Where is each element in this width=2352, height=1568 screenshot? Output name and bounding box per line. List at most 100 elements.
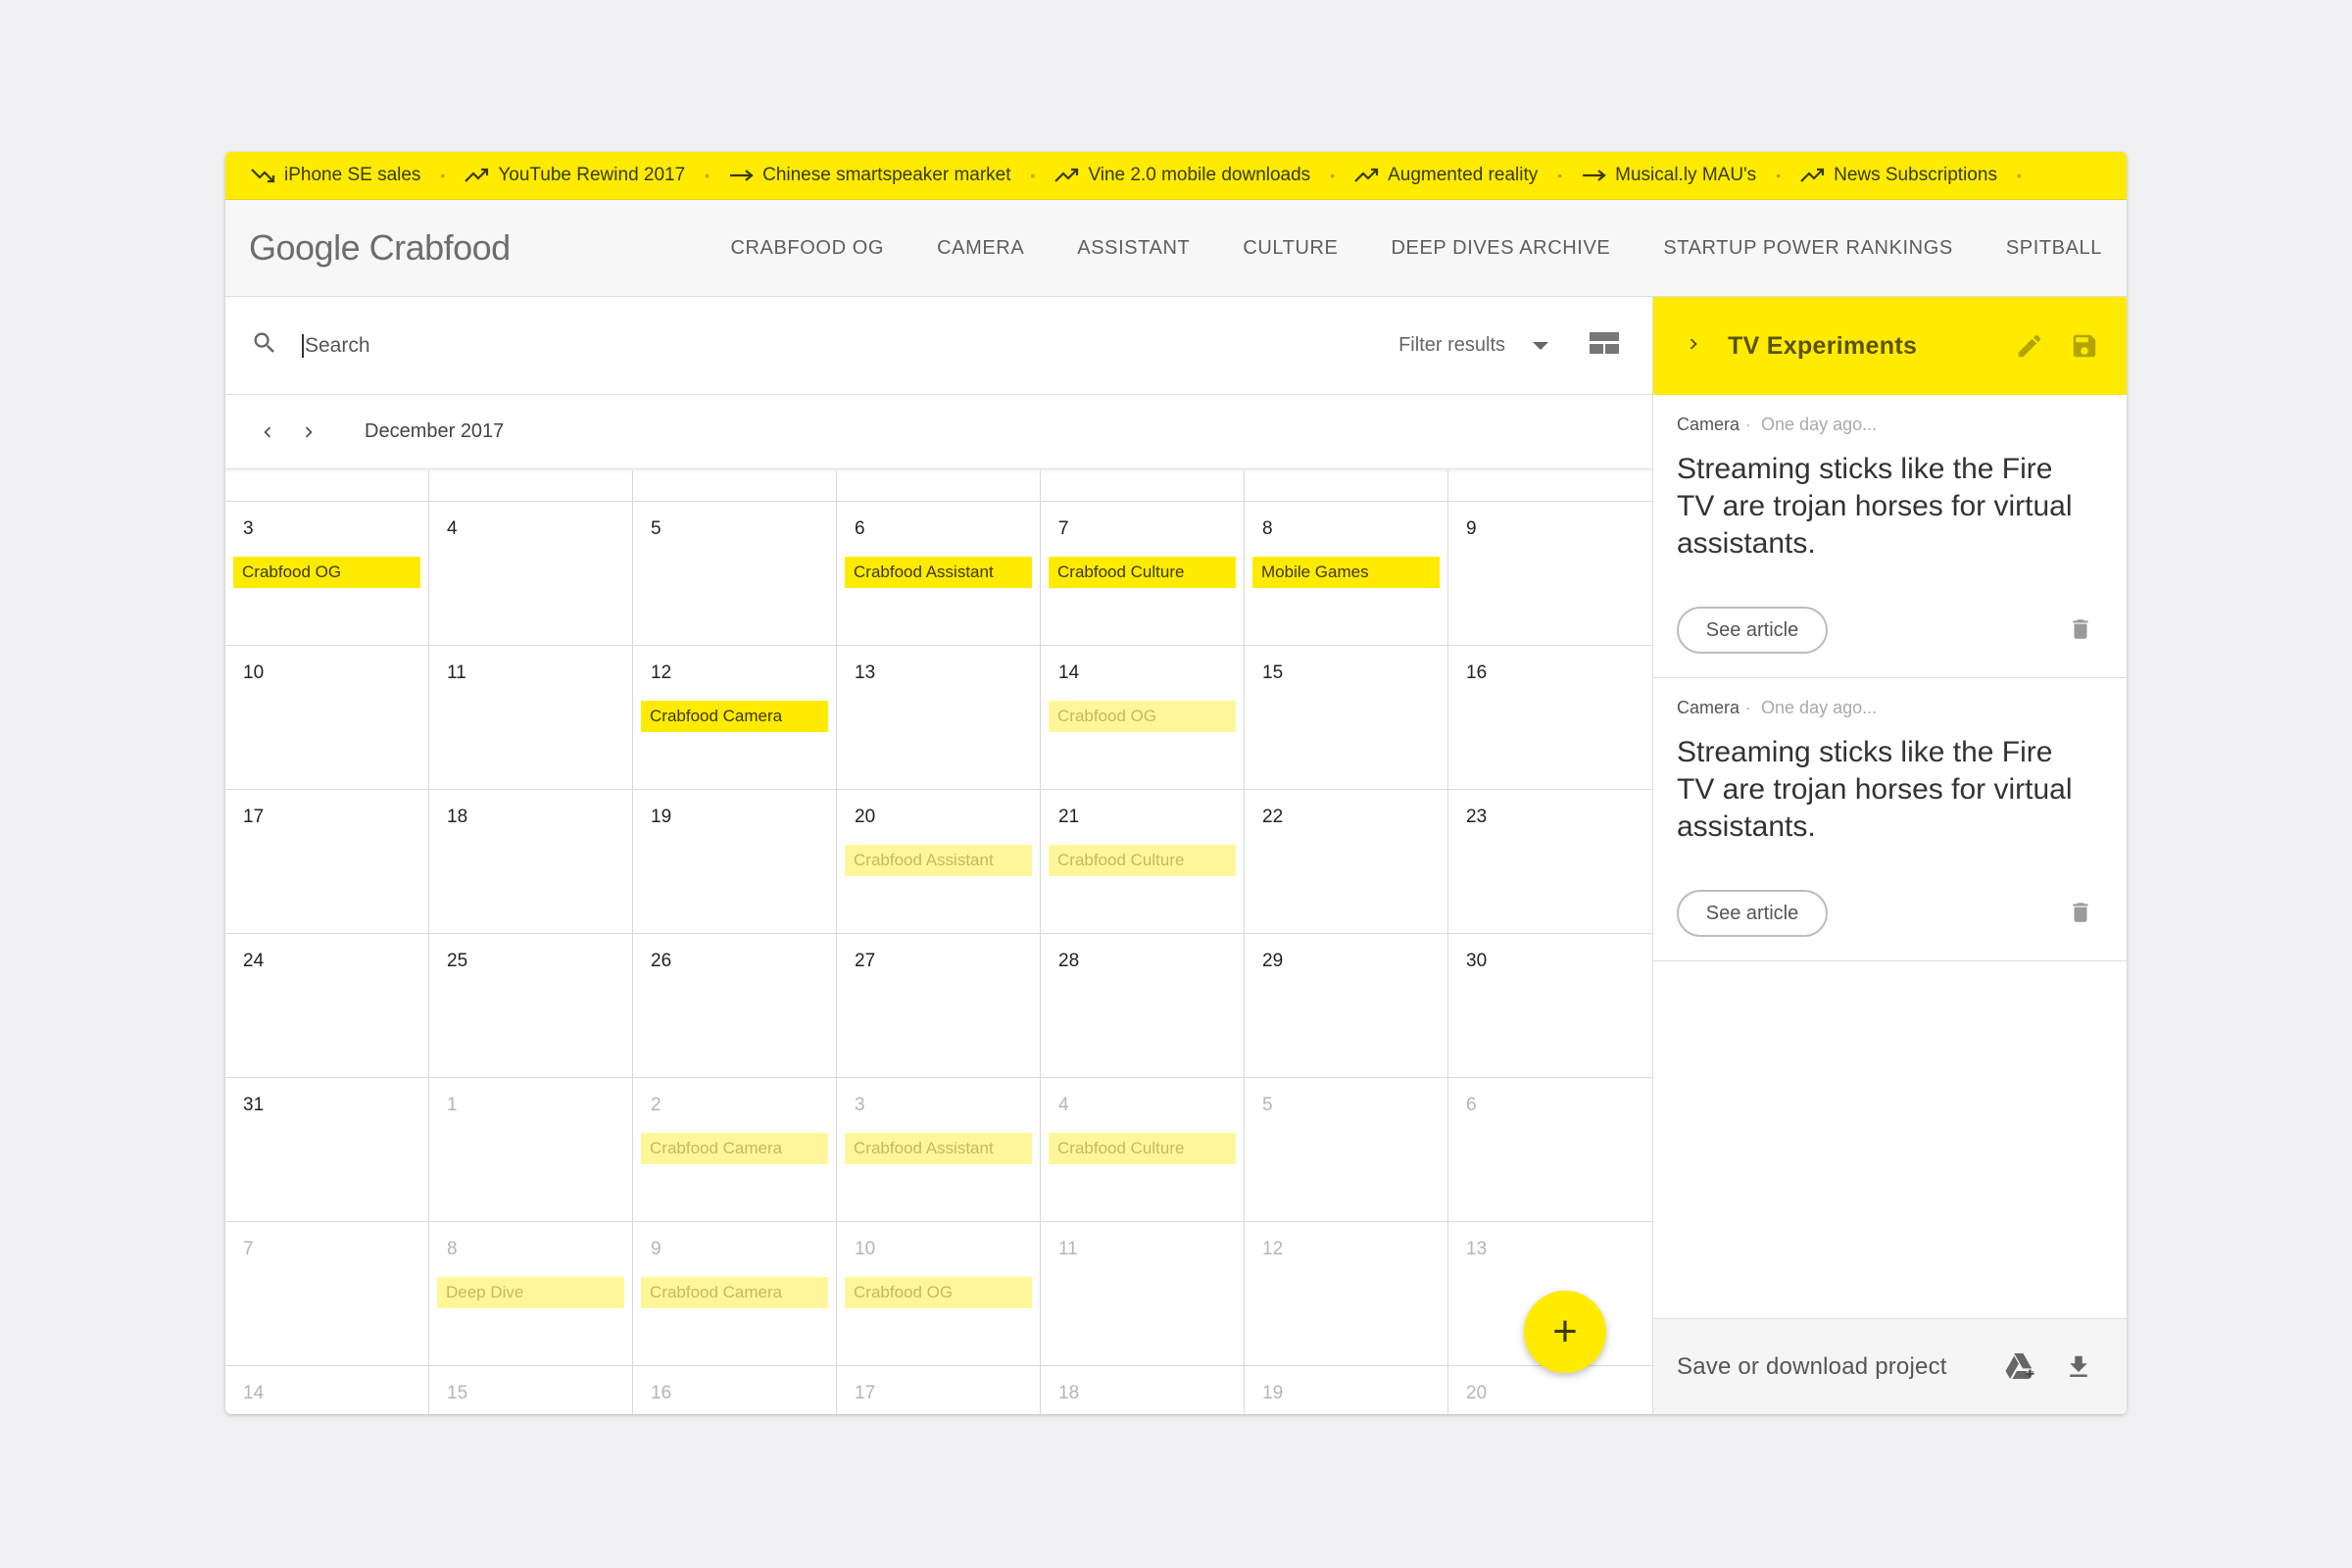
calendar-event[interactable]: Crabfood Camera: [641, 1133, 828, 1164]
calendar-day-cell[interactable]: 28: [1041, 934, 1245, 1077]
calendar-day-cell[interactable]: 15: [1245, 646, 1448, 789]
calendar-day-cell[interactable]: 12 Crabfood Camera: [633, 646, 837, 789]
calendar-day-cell[interactable]: 5: [1245, 1078, 1448, 1221]
search-input[interactable]: Search: [302, 333, 370, 358]
day-number: 11: [1058, 1239, 1078, 1259]
calendar-day-cell[interactable]: 3 Crabfood OG: [225, 502, 429, 645]
calendar-day-cell[interactable]: 7 Crabfood Culture: [1041, 502, 1245, 645]
calendar-day-cell[interactable]: 1: [429, 1078, 633, 1221]
calendar-day-cell[interactable]: 19: [1245, 1366, 1448, 1414]
calendar-day-cell[interactable]: 4: [429, 502, 633, 645]
ticker-item[interactable]: Augmented reality: [1354, 165, 1538, 186]
chevron-left-icon[interactable]: [257, 421, 278, 443]
calendar-day-cell[interactable]: 8 Mobile Games: [1245, 502, 1448, 645]
calendar-event[interactable]: Crabfood OG: [233, 557, 420, 588]
calendar-event[interactable]: Crabfood Camera: [641, 1277, 828, 1308]
calendar-day-cell[interactable]: 5: [633, 502, 837, 645]
calendar-day-cell[interactable]: 29: [1245, 934, 1448, 1077]
ticker-item[interactable]: Musical.ly MAU's: [1582, 165, 1756, 186]
calendar-day-cell[interactable]: 10 Crabfood OG: [837, 1222, 1041, 1365]
calendar-event[interactable]: Crabfood Culture: [1049, 557, 1236, 588]
calendar-event[interactable]: Crabfood OG: [845, 1277, 1032, 1308]
nav-item[interactable]: CRABFOOD OG: [730, 237, 884, 260]
calendar-day-cell[interactable]: 17: [837, 1366, 1041, 1414]
calendar-day-cell[interactable]: 17: [225, 790, 429, 933]
calendar-event[interactable]: Mobile Games: [1252, 557, 1440, 588]
calendar-event[interactable]: Crabfood Camera: [641, 701, 828, 732]
calendar-event[interactable]: Crabfood Assistant: [845, 845, 1032, 876]
calendar-day-cell[interactable]: 11: [429, 646, 633, 789]
calendar-day-cell[interactable]: 18: [1041, 1366, 1245, 1414]
calendar-day-cell[interactable]: 27: [837, 934, 1041, 1077]
chevron-right-icon[interactable]: [298, 421, 319, 443]
calendar-day-cell[interactable]: 11: [1041, 1222, 1245, 1365]
day-number: 15: [447, 1383, 468, 1403]
day-number: 6: [1466, 1095, 1477, 1115]
nav-item[interactable]: STARTUP POWER RANKINGS: [1663, 237, 1952, 260]
ticker-item[interactable]: Vine 2.0 mobile downloads: [1054, 165, 1310, 186]
calendar-day-cell[interactable]: 20: [1448, 1366, 1652, 1414]
calendar-day-cell[interactable]: 16: [633, 1366, 837, 1414]
nav-item[interactable]: SPITBALL: [2006, 237, 2102, 260]
trash-icon[interactable]: [2068, 614, 2093, 649]
calendar-event[interactable]: Crabfood Assistant: [845, 557, 1032, 588]
see-article-button[interactable]: See article: [1677, 607, 1828, 654]
calendar-day-cell[interactable]: 20 Crabfood Assistant: [837, 790, 1041, 933]
calendar-day-cell[interactable]: 13: [837, 646, 1041, 789]
search-icon[interactable]: [251, 329, 278, 362]
save-icon[interactable]: [2070, 331, 2099, 361]
app-logo[interactable]: Google Crabfood: [249, 227, 511, 269]
calendar-day-cell[interactable]: 7: [225, 1222, 429, 1365]
calendar-day-cell[interactable]: 31: [225, 1078, 429, 1221]
ticker-item[interactable]: News Subscriptions: [1800, 165, 1997, 186]
calendar-event[interactable]: Crabfood Culture: [1049, 1133, 1236, 1164]
calendar-day-cell[interactable]: 24: [225, 934, 429, 1077]
download-icon[interactable]: [2064, 1352, 2093, 1382]
calendar-day-cell[interactable]: 2 Crabfood Camera: [633, 1078, 837, 1221]
calendar-event[interactable]: Crabfood Culture: [1049, 845, 1236, 876]
calendar-day-cell[interactable]: 22: [1245, 790, 1448, 933]
view-toggle-icon[interactable]: [1590, 331, 1619, 360]
collapse-chevron-icon[interactable]: [1683, 333, 1704, 360]
ticker-item[interactable]: Chinese smartspeaker market: [729, 165, 1011, 186]
nav-item[interactable]: DEEP DIVES ARCHIVE: [1392, 237, 1611, 260]
calendar-day-cell[interactable]: 15: [429, 1366, 633, 1414]
calendar-event[interactable]: Crabfood Assistant: [845, 1133, 1032, 1164]
calendar-day-cell[interactable]: 19: [633, 790, 837, 933]
day-number: 7: [1058, 518, 1069, 539]
calendar-day-cell[interactable]: 9 Crabfood Camera: [633, 1222, 837, 1365]
calendar-day-cell[interactable]: 21 Crabfood Culture: [1041, 790, 1245, 933]
edit-icon[interactable]: [2015, 331, 2044, 361]
calendar-day-cell[interactable]: 18: [429, 790, 633, 933]
calendar-event[interactable]: Deep Dive: [437, 1277, 624, 1308]
trash-icon[interactable]: [2068, 898, 2093, 932]
calendar-day-cell[interactable]: 6 Crabfood Assistant: [837, 502, 1041, 645]
calendar-day-cell[interactable]: 10: [225, 646, 429, 789]
calendar-day-cell[interactable]: 8 Deep Dive: [429, 1222, 633, 1365]
add-event-button[interactable]: +: [1524, 1291, 1606, 1373]
ticker-item[interactable]: iPhone SE sales: [251, 165, 420, 186]
calendar-day-cell[interactable]: 23: [1448, 790, 1652, 933]
calendar-day-cell[interactable]: 6: [1448, 1078, 1652, 1221]
ticker-item[interactable]: YouTube Rewind 2017: [465, 165, 685, 186]
calendar-day-cell[interactable]: 30: [1448, 934, 1652, 1077]
calendar-event[interactable]: Crabfood OG: [1049, 701, 1236, 732]
nav-item[interactable]: CULTURE: [1243, 237, 1338, 260]
filter-dropdown[interactable]: Filter results: [1398, 334, 1548, 357]
calendar-day-cell[interactable]: 9: [1448, 502, 1652, 645]
nav-item[interactable]: CAMERA: [937, 237, 1024, 260]
calendar-day-cell[interactable]: 14 Crabfood OG: [1041, 646, 1245, 789]
calendar-day-cell[interactable]: 4 Crabfood Culture: [1041, 1078, 1245, 1221]
drive-add-icon[interactable]: [2003, 1351, 2036, 1383]
calendar-day-cell[interactable]: 3 Crabfood Assistant: [837, 1078, 1041, 1221]
meta-separator: ·: [1745, 698, 1752, 717]
day-number: 17: [243, 807, 265, 827]
calendar-day-cell[interactable]: 26: [633, 934, 837, 1077]
calendar-day-cell[interactable]: 14: [225, 1366, 429, 1414]
calendar-day-cell[interactable]: 25: [429, 934, 633, 1077]
nav-item[interactable]: ASSISTANT: [1077, 237, 1190, 260]
see-article-button[interactable]: See article: [1677, 890, 1828, 937]
calendar-day-cell[interactable]: 16: [1448, 646, 1652, 789]
calendar-day-cell[interactable]: 12: [1245, 1222, 1448, 1365]
day-number: 6: [855, 518, 865, 539]
